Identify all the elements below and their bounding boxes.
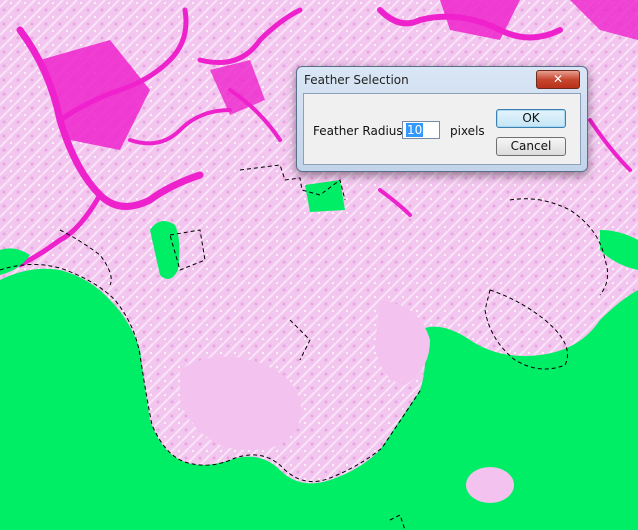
mask-region bbox=[305, 180, 345, 212]
feather-radius-label: Feather Radius: bbox=[313, 124, 407, 138]
dialog-title: Feather Selection bbox=[304, 73, 409, 87]
close-icon: ✕ bbox=[552, 72, 564, 86]
dialog-body: Feather Radius: 10 pixels OK Cancel bbox=[303, 93, 581, 165]
pixels-unit-label: pixels bbox=[450, 124, 485, 138]
close-button[interactable]: ✕ bbox=[536, 70, 580, 89]
dialog-titlebar[interactable]: Feather Selection ✕ bbox=[297, 67, 587, 93]
cancel-button[interactable]: Cancel bbox=[496, 137, 566, 156]
feather-radius-value: 10 bbox=[406, 123, 424, 137]
feather-radius-input[interactable]: 10 bbox=[402, 121, 440, 139]
ok-button[interactable]: OK bbox=[496, 109, 566, 128]
feather-selection-dialog: Feather Selection ✕ Feather Radius: 10 p… bbox=[296, 66, 588, 172]
